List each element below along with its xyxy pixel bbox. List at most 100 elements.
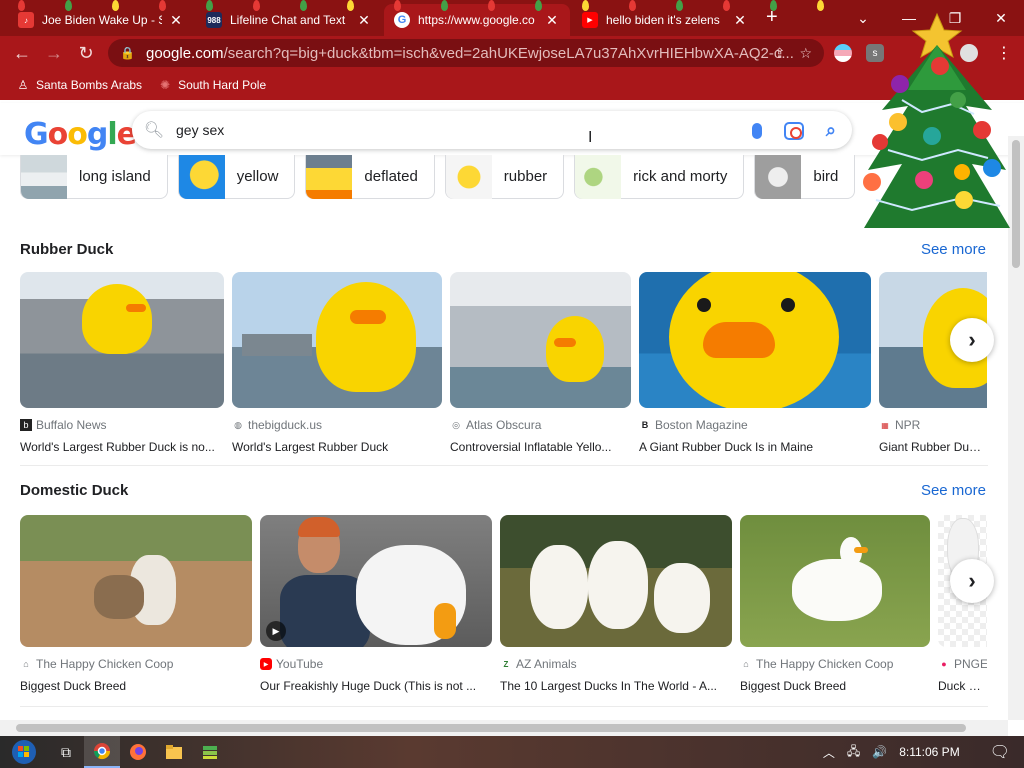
result-image[interactable] (450, 272, 631, 408)
horizontal-scrollbar[interactable] (0, 720, 1008, 736)
pin-icon: ● (941, 659, 947, 669)
see-more-domestic-duck-link[interactable]: See more (921, 482, 986, 499)
chip-long-island[interactable]: long island (20, 154, 168, 199)
result-image[interactable] (232, 272, 442, 408)
tab-title: https://www.google.co (418, 13, 535, 27)
google-logo[interactable]: Google (24, 117, 137, 152)
taskbar-firefox-button[interactable] (120, 736, 156, 768)
volume-icon[interactable]: 🔊 (872, 745, 887, 759)
result-image[interactable] (20, 515, 252, 647)
carousel-next-button[interactable]: › (950, 318, 994, 362)
light-bulb-decoration (300, 0, 307, 11)
image-caption[interactable]: Our Freakishly Huge Duck (This is not ..… (260, 679, 492, 693)
figure-icon: ♙ (17, 78, 29, 92)
image-caption[interactable]: A Giant Rubber Duck Is in Maine (639, 440, 871, 454)
image-caption[interactable]: World's Largest Rubber Duck is no... (20, 440, 224, 454)
result-image[interactable] (20, 272, 224, 408)
search-submit-icon[interactable]: ⌕ (826, 120, 836, 141)
bn-icon: b (20, 419, 32, 431)
windows-logo-icon (12, 740, 36, 764)
close-icon[interactable]: ✕ (732, 12, 748, 29)
taskbar-file-explorer-button[interactable] (156, 736, 192, 768)
start-button[interactable] (0, 736, 48, 768)
address-bar[interactable]: 🔒 google.com/search?q=big+duck&tbm=isch&… (108, 39, 824, 67)
back-button[interactable]: ← (6, 37, 38, 69)
image-caption[interactable]: Giant Rubber Duck I (879, 440, 987, 454)
firefox-icon (130, 744, 146, 760)
taskbar-chrome-button[interactable] (84, 736, 120, 768)
light-bulb-decoration (394, 0, 401, 11)
see-more-rubber-duck-link[interactable]: See more (921, 241, 986, 258)
chip-rubber[interactable]: rubber (444, 154, 565, 199)
light-bulb-decoration (582, 0, 589, 11)
light-bulb-decoration (770, 0, 777, 11)
youtube-icon: ▶ (260, 658, 272, 670)
chip-deflated[interactable]: deflated (305, 154, 435, 199)
result-image[interactable] (740, 515, 930, 647)
image-card[interactable]: ▶ ▶ YouTube Our Freakishly Huge Duck (Thi… (260, 515, 492, 693)
chip-yellow[interactable]: yellow (177, 154, 296, 199)
image-caption[interactable]: The 10 Largest Ducks In The World - A... (500, 679, 732, 693)
result-image[interactable] (639, 272, 871, 408)
text-cursor-icon: I (588, 129, 593, 146)
forward-button[interactable]: → (38, 37, 70, 69)
atlas-icon: ◎ (452, 419, 460, 430)
extension-flag-icon[interactable] (834, 44, 852, 62)
image-caption[interactable]: Biggest Duck Breed (740, 679, 930, 693)
image-card[interactable]: B Boston Magazine A Giant Rubber Duck Is … (639, 272, 871, 454)
share-icon[interactable]: ⇪ (774, 45, 786, 62)
close-icon[interactable]: ✕ (356, 12, 372, 29)
search-box: 🔍︎ ⌕ I (132, 111, 852, 149)
network-icon[interactable]: 🖧 (847, 742, 860, 763)
image-caption[interactable]: Biggest Duck Breed (20, 679, 252, 693)
camera-lens-icon[interactable] (783, 121, 804, 140)
image-source: YouTube (276, 657, 324, 671)
coop-icon: ⌂ (743, 659, 749, 669)
reload-button[interactable]: ↻ (70, 37, 102, 69)
chevron-right-icon: › (968, 327, 976, 352)
globe-icon: ◍ (234, 419, 242, 430)
image-card[interactable]: Z AZ Animals The 10 Largest Ducks In The … (500, 515, 732, 693)
notification-icon[interactable]: 🗨 (990, 742, 1010, 762)
image-card[interactable]: ▦ NPR Giant Rubber Duck I (879, 272, 987, 454)
microphone-icon[interactable] (751, 122, 762, 139)
clock[interactable]: 8:11:06 PM (899, 745, 959, 759)
scrollbar-thumb[interactable] (1012, 140, 1020, 268)
chip-thumbnail (178, 154, 225, 199)
image-caption[interactable]: Controversial Inflatable Yello... (450, 440, 631, 454)
image-card[interactable]: ◎ Atlas Obscura Controversial Inflatable … (450, 272, 631, 454)
bookmark-star-icon[interactable]: ☆ (799, 45, 812, 62)
image-card[interactable]: ⌂ The Happy Chicken Coop Biggest Duck Bre… (740, 515, 930, 693)
light-bulb-decoration (488, 0, 495, 11)
close-icon[interactable]: ✕ (168, 12, 184, 29)
play-icon: ▶ (266, 621, 286, 641)
google-icon: G (394, 12, 410, 28)
scrollbar-thumb[interactable] (16, 724, 966, 732)
taskbar-app-button[interactable] (192, 736, 228, 768)
close-icon[interactable]: ✕ (544, 12, 560, 29)
carousel-next-button[interactable]: › (950, 559, 994, 603)
search-icon: 🔍︎ (143, 122, 165, 139)
chevron-up-icon[interactable]: ︿ (823, 744, 835, 761)
988-icon: 988 (206, 12, 222, 28)
image-card[interactable]: ⌂ The Happy Chicken Coop Biggest Duck Bre… (20, 515, 252, 693)
image-caption[interactable]: World's Largest Rubber Duck (232, 440, 442, 454)
chip-bird[interactable]: bird (754, 154, 856, 199)
youtube-icon: ▶ (582, 12, 598, 28)
bookmark-south-hard-pole[interactable]: ✺ South Hard Pole (158, 78, 266, 92)
task-view-icon[interactable]: ⧉ (48, 736, 84, 768)
chip-thumbnail (755, 154, 802, 199)
search-input[interactable] (176, 122, 696, 138)
bookmark-santa-bombs-arabs[interactable]: ♙ Santa Bombs Arabs (16, 78, 142, 92)
result-image[interactable]: ▶ (260, 515, 492, 647)
image-caption[interactable]: Duck Dor (938, 679, 987, 693)
system-tray: ︿ 🖧 🔊 8:11:06 PM 🗨 (823, 736, 1024, 768)
image-card[interactable]: b Buffalo News World's Largest Rubber Duc… (20, 272, 224, 454)
image-card[interactable]: ◍ thebigduck.us World's Largest Rubber Du… (232, 272, 442, 454)
chip-rick-and-morty[interactable]: rick and morty (574, 154, 745, 199)
image-source: PNGE (954, 657, 987, 671)
image-source: The Happy Chicken Coop (36, 657, 174, 671)
result-image[interactable] (500, 515, 732, 647)
image-card[interactable]: ● PNGE Duck Dor (938, 515, 987, 693)
lock-icon[interactable]: 🔒 (120, 46, 136, 60)
